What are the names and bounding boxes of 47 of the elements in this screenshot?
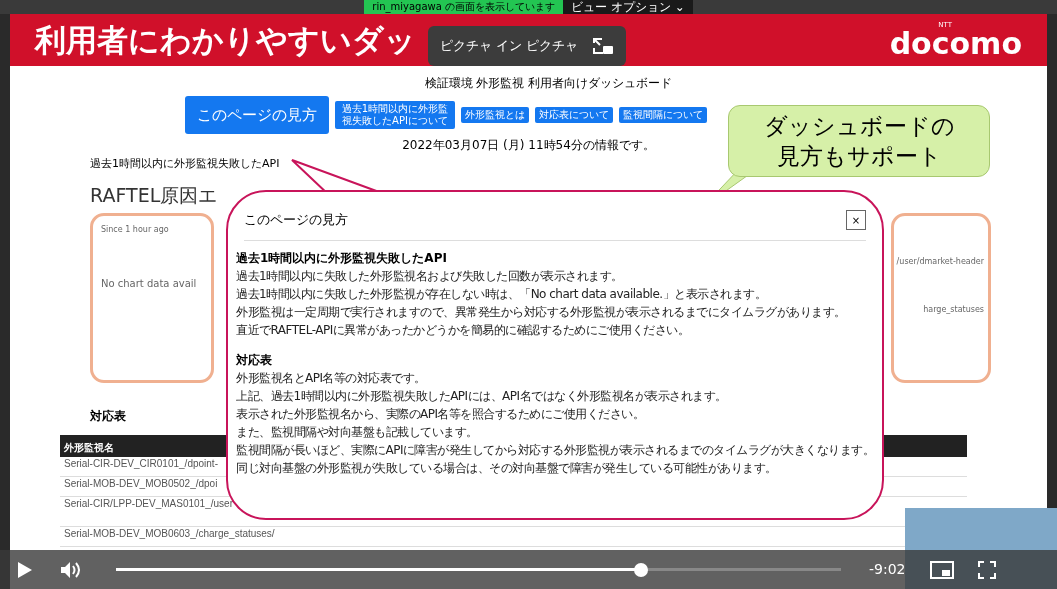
dialog-text: また、監視間隔や対向基盤も記載しています。 bbox=[236, 424, 478, 441]
chart-caption: Since 1 hour ago bbox=[101, 224, 169, 236]
column-header: 外形監視名 bbox=[64, 441, 114, 455]
close-button[interactable]: × bbox=[846, 210, 866, 230]
tooltip-text: ピクチャ イン ピクチャ bbox=[440, 37, 579, 56]
help-button[interactable]: このページの見方 bbox=[185, 96, 329, 134]
share-status: rin_miyagawa の画面を表示しています bbox=[364, 0, 564, 14]
slide-title: 利用者にわかりやすいダッ bbox=[35, 20, 416, 60]
callout-text: ダッシュボードの bbox=[763, 112, 955, 141]
dialog-text: 監視間隔が長いほど、実際にAPIに障害が発生してから対応する外形監視が表示されるまでのタイムラグが大きくなります。 bbox=[236, 442, 875, 459]
dialog-text: 外形監視は一定周期で実行されますので、異常発生から対応する外形監視が表示されるまでにタイムラグがあります。 bbox=[236, 304, 846, 321]
table-cell-text: Serial-MOB-DEV_MOB0502_/dpoi bbox=[64, 477, 218, 491]
section-heading: 過去1時間以内に外形監視失敗したAPI bbox=[90, 156, 280, 172]
time-remaining: -9:02 bbox=[869, 560, 906, 579]
timestamp: 2022年03月07日 (月) 11時54分の情報です。 bbox=[402, 137, 655, 154]
table-cell-text: Serial-MOB-DEV_MOB0603_/charge_statuses/ bbox=[64, 527, 275, 541]
dialog-text: 過去1時間以内に失敗した外形監視名および失敗した回数が表示されます。 bbox=[236, 268, 623, 285]
table-cell-text: Serial-CIR-DEV_CIR0101_/dpoint- bbox=[64, 457, 218, 471]
dialog-title: このページの見方 bbox=[244, 211, 348, 230]
view-options-button[interactable]: ビュー オプション ⌄ bbox=[563, 0, 693, 14]
dialog-text: 過去1時間以内に失敗した外形監視が存在しない時は、「No chart data available.」と表示されます。 bbox=[236, 286, 767, 303]
dialog-heading: 対応表 bbox=[236, 352, 272, 369]
dialog-text: 表示された外形監視名から、実際のAPI名等を照合するためにご使用ください。 bbox=[236, 406, 645, 423]
play-icon bbox=[18, 561, 32, 578]
volume-icon[interactable] bbox=[60, 560, 82, 579]
callout-text: 見方もサポート bbox=[776, 142, 942, 171]
progress-track[interactable] bbox=[116, 562, 841, 577]
pip-icon[interactable] bbox=[929, 560, 954, 579]
pip-icon bbox=[592, 37, 614, 55]
nav-button[interactable]: 監視間隔について bbox=[619, 107, 707, 123]
dialog-text: 直近でRAFTEL-APIに異常があったかどうかを簡易的に確認するためにご使用ください。 bbox=[236, 322, 690, 339]
dialog-text: 同じ対向基盤の外形監視が失敗している場合は、その対向基盤で障害が発生している可能性があります。 bbox=[236, 460, 777, 477]
nav-button[interactable]: 外形監視とは bbox=[461, 107, 529, 123]
table-cell-text: Serial-CIR/LPP-DEV_MAS0101_/user bbox=[64, 497, 233, 511]
dashboard-title: 検証環境 外形監視 利用者向けダッシュボード bbox=[424, 75, 673, 92]
nav-button[interactable]: 過去1時間以内に外形監視失敗したAPIについて bbox=[335, 101, 455, 129]
chart-label: harge_statuses bbox=[923, 304, 984, 316]
nav-button[interactable]: 対応表について bbox=[535, 107, 613, 123]
section-heading: 対応表 bbox=[90, 408, 126, 425]
dialog-text: 上記、過去1時間以内に外形監視失敗したAPIには、API名ではなく外形監視名が表示されます。 bbox=[236, 388, 727, 405]
empty-chart-message: No chart data avail bbox=[101, 277, 197, 291]
fullscreen-icon[interactable] bbox=[977, 560, 996, 579]
progress-thumb[interactable] bbox=[633, 562, 648, 577]
dialog-text: 外形監視名とAPI名等の対応表です。 bbox=[236, 370, 426, 387]
chart-label: /user/dmarket-header bbox=[896, 256, 984, 268]
dialog-heading: 過去1時間以内に外形監視失敗したAPI bbox=[236, 250, 447, 267]
section-heading: RAFTEL原因エ bbox=[90, 182, 218, 208]
